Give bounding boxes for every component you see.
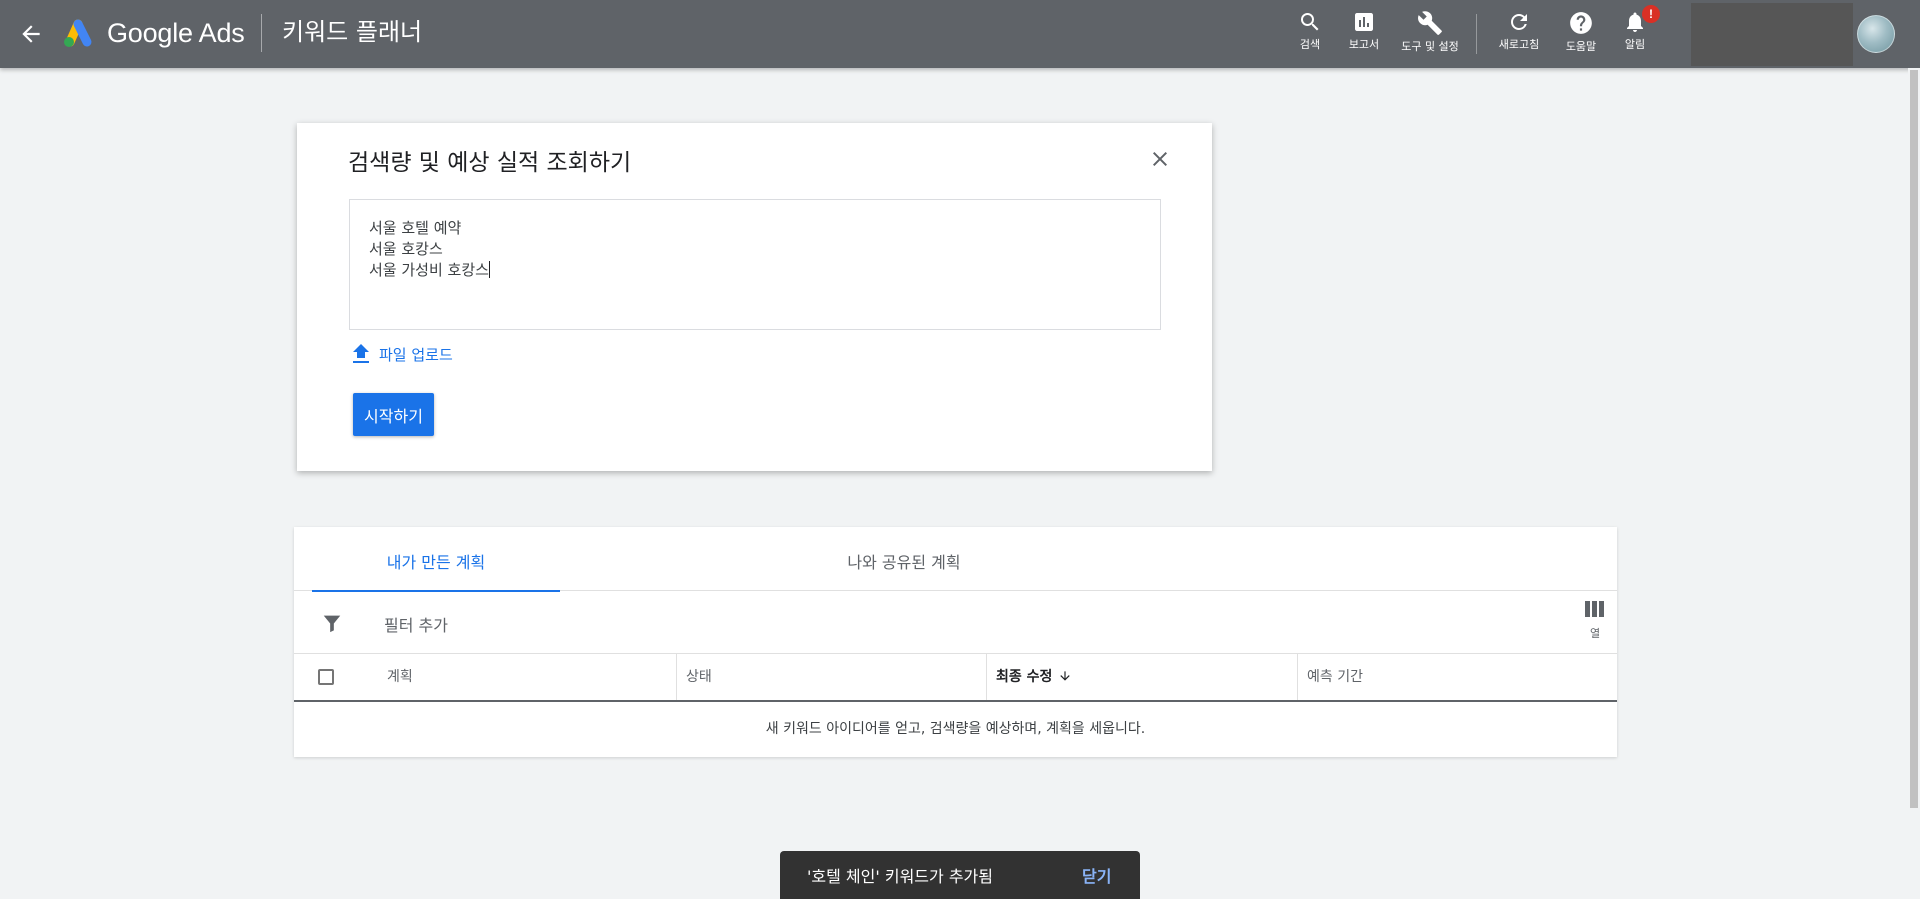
table-header: 계획 상태 최종 수정 예측 기간 bbox=[294, 654, 1617, 702]
keyword-text: 서울 가성비 호캉스 bbox=[369, 261, 489, 279]
keywords-textarea[interactable]: 서울 호텔 예약 서울 호캉스 서울 가성비 호캉스 bbox=[349, 199, 1161, 330]
tab-shared-plans[interactable]: 나와 공유된 계획 bbox=[784, 527, 1024, 591]
page-scrollbar[interactable] bbox=[1908, 68, 1920, 899]
reports-button[interactable]: 보고서 bbox=[1329, 10, 1399, 52]
notification-badge: ! bbox=[1642, 5, 1660, 23]
page-title: 키워드 플래너 bbox=[282, 18, 423, 46]
avatar[interactable] bbox=[1857, 15, 1895, 53]
columns-button[interactable]: 열 bbox=[1582, 601, 1608, 641]
forecast-card-title: 검색량 및 예상 실적 조회하기 bbox=[348, 150, 632, 176]
help-icon bbox=[1570, 12, 1592, 34]
refresh-icon bbox=[1511, 13, 1527, 30]
columns-label: 열 bbox=[1589, 627, 1601, 640]
keyword-line: 서울 호텔 예약 bbox=[369, 219, 462, 237]
google-ads-logo-icon bbox=[60, 17, 96, 49]
notifications-button[interactable]: ! 알림 bbox=[1600, 5, 1670, 52]
notifications-label: 알림 bbox=[1624, 38, 1646, 51]
snackbar-close-button[interactable]: 닫기 bbox=[1082, 866, 1111, 888]
empty-table-message: 새 키워드 아이디어를 얻고, 검색량을 예상하며, 계획을 세웁니다. bbox=[765, 721, 1146, 737]
column-header-status[interactable]: 상태 bbox=[686, 654, 712, 700]
text-cursor bbox=[488, 261, 490, 278]
columns-icon bbox=[1585, 601, 1604, 617]
account-info[interactable] bbox=[1691, 3, 1853, 66]
keyword-line: 서울 호캉스 bbox=[369, 240, 443, 258]
column-header-forecast-period[interactable]: 예측 기간 bbox=[1307, 654, 1363, 700]
column-divider bbox=[1297, 654, 1298, 700]
keyword-line: 서울 가성비 호캉스 bbox=[369, 260, 1141, 281]
snackbar-message: '호텔 체인' 키워드가 추가됨 bbox=[807, 867, 993, 886]
top-app-bar: Google Ads 키워드 플래너 검색 보고서 도구 및 설정 새로고침 도… bbox=[0, 0, 1920, 68]
tools-settings-button[interactable]: 도구 및 설정 bbox=[1394, 10, 1466, 54]
reports-label: 보고서 bbox=[1348, 38, 1380, 51]
close-icon[interactable] bbox=[1148, 147, 1172, 171]
sort-down-arrow-icon bbox=[1060, 671, 1071, 681]
plans-tabs: 내가 만든 계획 나와 공유된 계획 bbox=[294, 527, 1617, 592]
column-header-plan[interactable]: 계획 bbox=[387, 654, 413, 700]
start-button[interactable]: 시작하기 bbox=[353, 393, 434, 436]
column-divider bbox=[986, 654, 987, 700]
refresh-button[interactable]: 새로고침 bbox=[1484, 10, 1554, 52]
wrench-icon bbox=[1418, 11, 1442, 35]
column-header-last-modified[interactable]: 최종 수정 bbox=[996, 654, 1072, 700]
plans-panel: 내가 만든 계획 나와 공유된 계획 필터 추가 열 계획 상태 최종 수정 예… bbox=[294, 527, 1617, 757]
brand-name: Google Ads bbox=[107, 18, 245, 48]
select-all-checkbox[interactable] bbox=[318, 669, 334, 685]
upload-icon bbox=[353, 344, 369, 363]
snackbar: '호텔 체인' 키워드가 추가됨 닫기 bbox=[780, 851, 1140, 899]
forecast-card: 검색량 및 예상 실적 조회하기 서울 호텔 예약 서울 호캉스 서울 가성비 … bbox=[297, 123, 1212, 471]
back-arrow-icon[interactable] bbox=[18, 21, 44, 47]
toolbar-divider bbox=[1476, 14, 1477, 54]
reports-icon bbox=[1355, 13, 1373, 31]
filter-row: 필터 추가 열 bbox=[294, 591, 1617, 654]
tools-settings-label: 도구 및 설정 bbox=[1401, 40, 1459, 53]
file-upload-link[interactable]: 파일 업로드 bbox=[351, 341, 453, 367]
column-divider bbox=[676, 654, 677, 700]
search-icon bbox=[1301, 13, 1319, 31]
tab-my-plans[interactable]: 내가 만든 계획 bbox=[312, 527, 560, 592]
scrollbar-thumb[interactable] bbox=[1910, 70, 1918, 808]
column-header-last-modified-label: 최종 수정 bbox=[996, 669, 1053, 685]
header-divider bbox=[261, 14, 262, 52]
file-upload-label: 파일 업로드 bbox=[379, 345, 453, 364]
refresh-label: 새로고침 bbox=[1498, 38, 1540, 51]
filter-icon[interactable] bbox=[321, 612, 343, 638]
add-filter-button[interactable]: 필터 추가 bbox=[384, 612, 448, 636]
